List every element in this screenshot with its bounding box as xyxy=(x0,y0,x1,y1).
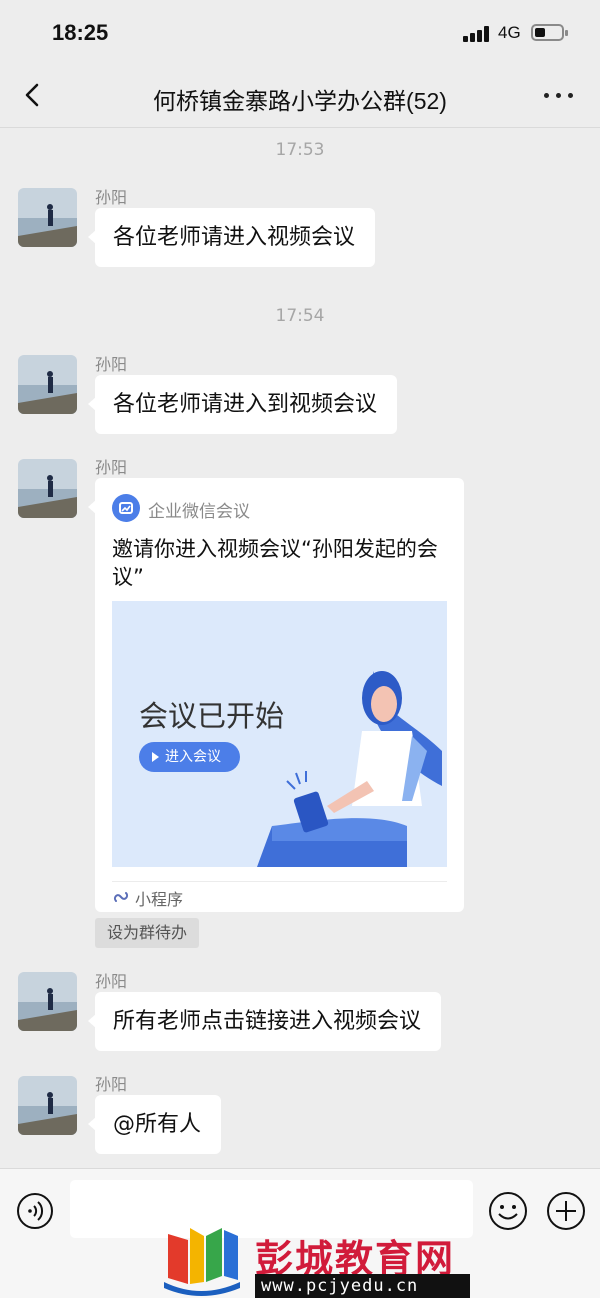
card-title: 邀请你进入视频会议“孙阳发起的会议” xyxy=(112,537,438,589)
chat-header: 何桥镇金寨路小学办公群(52) xyxy=(0,64,600,128)
emoji-icon xyxy=(489,1192,527,1230)
wecom-meeting-icon xyxy=(112,494,140,522)
timestamp: 17:54 xyxy=(275,306,325,326)
message-bubble[interactable]: @所有人 xyxy=(87,1095,222,1154)
card-source: 企业微信会议 xyxy=(148,502,250,522)
banner-title: 会议已开始 xyxy=(139,701,285,733)
signal-icon xyxy=(463,26,491,42)
sender-name: 孙阳 xyxy=(95,188,128,207)
message-bubble[interactable]: 各位老师请进入到视频会议 xyxy=(87,375,398,434)
sender-name: 孙阳 xyxy=(95,972,128,991)
sender-name: 孙阳 xyxy=(95,458,128,477)
sender-name: 孙阳 xyxy=(95,1075,128,1094)
meeting-invite-card[interactable]: 企业微信会议 邀请你进入视频会议“孙阳发起的会议” 会议已开始 进入会议 小程序 xyxy=(88,478,464,912)
status-bar: 18:25 4G xyxy=(0,0,600,64)
more-button[interactable] xyxy=(542,84,576,104)
message-list[interactable]: 17:53 孙阳 各位老师请进入视频会议 17:54 孙阳 各位老师请进入到视频… xyxy=(0,128,600,1168)
timestamp: 17:53 xyxy=(275,140,325,160)
message-bubble[interactable]: 所有老师点击链接进入视频会议 xyxy=(87,992,442,1051)
voice-button[interactable] xyxy=(15,1191,55,1231)
avatar[interactable] xyxy=(18,1076,77,1135)
join-meeting-label: 进入会议 xyxy=(165,749,221,765)
avatar-image xyxy=(18,355,77,414)
watermark-url: www.pcjyedu.cn xyxy=(255,1274,470,1298)
voice-icon xyxy=(17,1193,53,1229)
plus-circle-icon xyxy=(547,1192,585,1230)
more-functions-button[interactable] xyxy=(545,1190,587,1232)
card-banner: 会议已开始 进入会议 xyxy=(112,601,447,867)
play-icon xyxy=(152,752,159,762)
avatar-image xyxy=(18,1076,77,1135)
mini-program-icon xyxy=(113,892,129,902)
sender-name: 孙阳 xyxy=(95,355,128,374)
avatar[interactable] xyxy=(18,355,77,414)
avatar-image xyxy=(18,972,77,1031)
avatar-image xyxy=(18,459,77,518)
avatar[interactable] xyxy=(18,188,77,247)
avatar[interactable] xyxy=(18,972,77,1031)
message-bubble[interactable]: 各位老师请进入视频会议 xyxy=(87,208,376,267)
watermark: 彭城教育网 www.pcjyedu.cn xyxy=(160,1222,480,1298)
set-group-todo-button[interactable]: 设为群待办 xyxy=(95,918,200,948)
status-time: 18:25 xyxy=(52,20,109,45)
emoji-button[interactable] xyxy=(487,1190,529,1232)
avatar[interactable] xyxy=(18,459,77,518)
chat-title: 何桥镇金寨路小学办公群(52) xyxy=(153,88,447,114)
mini-program-label: 小程序 xyxy=(135,890,184,909)
book-logo-icon xyxy=(164,1228,240,1296)
card-divider xyxy=(112,881,447,882)
avatar-image xyxy=(18,188,77,247)
network-type: 4G xyxy=(498,23,521,42)
join-meeting-button[interactable]: 进入会议 xyxy=(139,742,240,772)
battery-icon xyxy=(531,24,568,41)
